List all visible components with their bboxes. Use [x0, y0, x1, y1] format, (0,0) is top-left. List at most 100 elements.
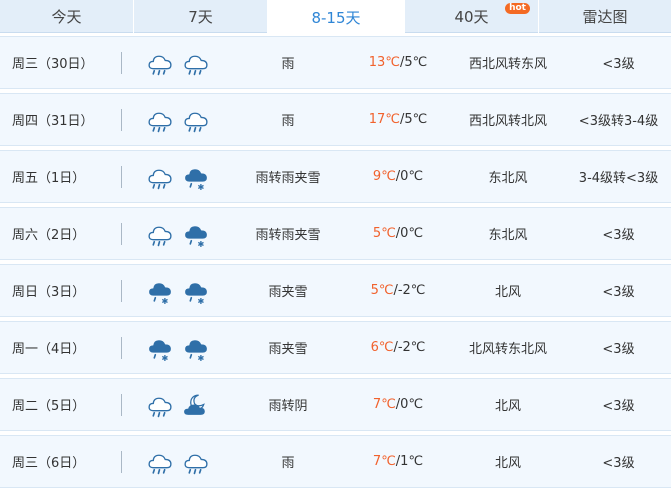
weather-description: 雨转阴	[268, 399, 308, 414]
temperature: 9℃/0℃	[346, 151, 450, 202]
high-temperature: 9℃	[372, 169, 396, 184]
row-divider	[121, 394, 122, 416]
low-temperature: /-2℃	[393, 283, 426, 298]
tab-40-days[interactable]: 40天 hot	[405, 0, 539, 33]
tab-8-15-days[interactable]: 8-15天	[268, 0, 405, 34]
wind-direction: 西北风转东风	[468, 57, 547, 72]
rain-icon	[148, 112, 172, 132]
weather-icons: ✱	[146, 151, 216, 202]
rain-icon	[148, 169, 172, 189]
wind-direction: 北风	[494, 456, 521, 471]
svg-text:✱: ✱	[198, 181, 205, 190]
svg-text:✱: ✱	[162, 352, 169, 361]
tab-label: 40天	[454, 8, 489, 26]
high-temperature: 7℃	[372, 397, 396, 412]
svg-text:✱: ✱	[198, 352, 205, 361]
wind-level: <3级转3-4级	[578, 114, 659, 129]
forecast-day: 周一（4日）	[12, 342, 86, 357]
temperature: 5℃/-2℃	[346, 265, 450, 316]
forecast-row-6: 周二（5日） 雨转阴 7℃/0℃ 北风 <3级	[0, 378, 671, 431]
wind-direction: 北风	[494, 285, 521, 300]
weather-icons	[146, 37, 216, 88]
tab-today[interactable]: 今天	[0, 0, 134, 33]
weather-icons: ✱ ✱	[146, 265, 216, 316]
sleet-icon: ✱	[149, 339, 171, 362]
temperature: 17℃/5℃	[346, 94, 450, 145]
forecast-row-5: 周一（4日） ✱ ✱ 雨夹雪 6℃/-2℃ 北风转东北风 <3级	[0, 321, 671, 374]
low-temperature: /5℃	[399, 112, 428, 127]
forecast-tabs: 今天 7天 8-15天 40天 hot 雷达图	[0, 0, 671, 34]
low-temperature: /0℃	[395, 397, 424, 412]
forecast-day: 周六（2日）	[12, 228, 86, 243]
wind-direction: 西北风转北风	[468, 114, 547, 129]
sleet-icon: ✱	[185, 168, 207, 191]
forecast-day: 周五（1日）	[12, 171, 86, 186]
forecast-day: 周四（31日）	[12, 114, 94, 129]
row-divider	[121, 223, 122, 245]
row-divider	[121, 280, 122, 302]
weather-description: 雨	[281, 114, 295, 129]
temperature: 6℃/-2℃	[346, 322, 450, 373]
forecast-row-7: 周三（6日） 雨 7℃/1℃ 北风 <3级	[0, 435, 671, 488]
wind-level: 3-4级转<3级	[578, 171, 659, 186]
wind-level: <3级	[602, 57, 635, 72]
row-divider	[121, 166, 122, 188]
high-temperature: 6℃	[370, 340, 394, 355]
hot-badge: hot	[505, 3, 530, 14]
weather-description: 雨	[281, 57, 295, 72]
row-divider	[121, 337, 122, 359]
row-divider	[121, 109, 122, 131]
rain-icon	[184, 454, 208, 474]
weather-icons: ✱ ✱	[146, 322, 216, 373]
row-divider	[121, 52, 122, 74]
low-temperature: /1℃	[395, 454, 424, 469]
high-temperature: 5℃	[372, 226, 396, 241]
forecast-row-4: 周日（3日） ✱ ✱ 雨夹雪 5℃/-2℃ 北风 <3级	[0, 264, 671, 317]
wind-level: <3级	[602, 342, 635, 357]
tab-7-days[interactable]: 7天	[134, 0, 268, 33]
tab-radar[interactable]: 雷达图	[539, 0, 671, 33]
weather-icons: ✱	[146, 208, 216, 259]
low-temperature: /5℃	[399, 55, 428, 70]
forecast-day: 周三（6日）	[12, 456, 86, 471]
rain-icon	[148, 454, 172, 474]
low-temperature: /0℃	[395, 169, 424, 184]
forecast-row-1: 周四（31日） 雨 17℃/5℃ 西北风转北风 <3级转3-4级	[0, 93, 671, 146]
forecast-row-3: 周六（2日） ✱ 雨转雨夹雪 5℃/0℃ 东北风 <3级	[0, 207, 671, 260]
weather-icons	[146, 94, 216, 145]
wind-level: <3级	[602, 399, 635, 414]
high-temperature: 7℃	[372, 454, 396, 469]
weather-description: 雨转雨夹雪	[255, 228, 321, 243]
forecast-row-2: 周五（1日） ✱ 雨转雨夹雪 9℃/0℃ 东北风 3-4级转<3级	[0, 150, 671, 203]
rain-icon	[148, 397, 172, 417]
sleet-icon: ✱	[149, 282, 171, 305]
wind-level: <3级	[602, 456, 635, 471]
weather-description: 雨夹雪	[268, 342, 308, 357]
weather-icons	[146, 379, 216, 430]
tab-label: 8-15天	[311, 8, 361, 27]
high-temperature: 5℃	[370, 283, 394, 298]
wind-direction: 东北风	[488, 171, 528, 186]
forecast-day: 周日（3日）	[12, 285, 86, 300]
wind-direction: 东北风	[488, 228, 528, 243]
low-temperature: /0℃	[395, 226, 424, 241]
rain-icon	[184, 112, 208, 132]
weather-description: 雨	[281, 456, 295, 471]
sleet-icon: ✱	[185, 225, 207, 248]
high-temperature: 17℃	[368, 112, 400, 127]
tab-label: 7天	[188, 8, 213, 26]
rain-icon	[184, 55, 208, 75]
high-temperature: 13℃	[368, 55, 400, 70]
weather-icons	[146, 436, 216, 487]
rain-icon	[148, 55, 172, 75]
rain-icon	[148, 226, 172, 246]
temperature: 13℃/5℃	[346, 37, 450, 88]
temperature: 7℃/0℃	[346, 379, 450, 430]
svg-text:✱: ✱	[162, 295, 169, 304]
tab-label: 雷达图	[582, 8, 628, 26]
sleet-icon: ✱	[185, 282, 207, 305]
temperature: 5℃/0℃	[346, 208, 450, 259]
forecast-day: 周二（5日）	[12, 399, 86, 414]
weather-description: 雨转雨夹雪	[255, 171, 321, 186]
weather-description: 雨夹雪	[268, 285, 308, 300]
